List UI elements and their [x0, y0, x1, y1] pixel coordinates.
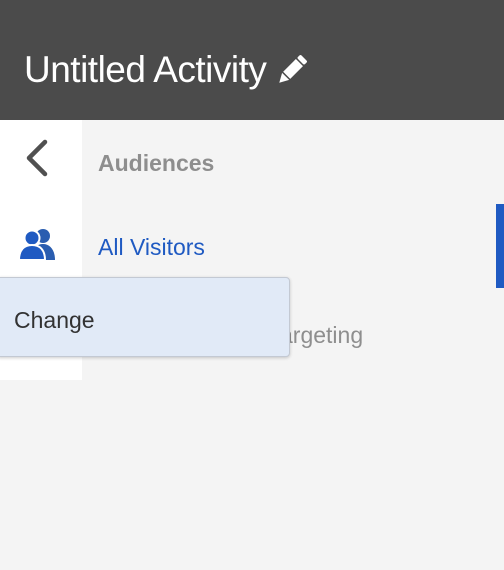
- all-visitors-link[interactable]: All Visitors: [98, 233, 205, 261]
- targeting-label: argeting: [280, 322, 364, 348]
- accent-bar: [496, 204, 504, 288]
- audiences-heading: Audiences: [98, 150, 215, 176]
- activity-title[interactable]: Untitled Activity: [24, 48, 267, 92]
- change-menu-item[interactable]: Change: [14, 306, 95, 334]
- people-icon[interactable]: [17, 226, 58, 262]
- pencil-icon[interactable]: [272, 50, 312, 90]
- chevron-left-icon[interactable]: [20, 138, 54, 178]
